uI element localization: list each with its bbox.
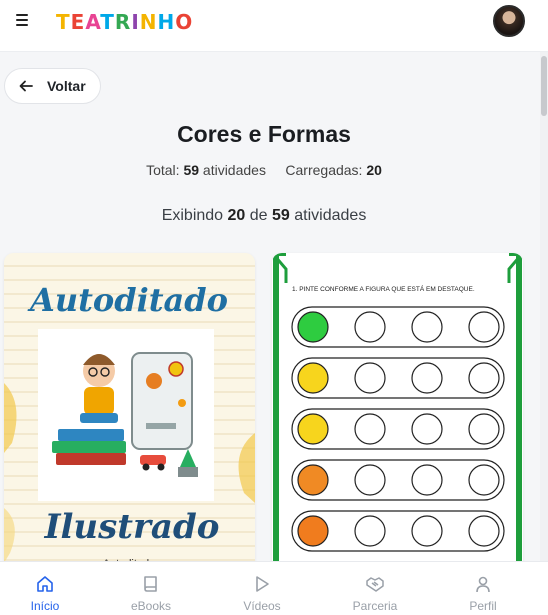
scrollbar-thumb[interactable] (541, 56, 547, 116)
app-logo[interactable]: TEATRINHO (56, 10, 193, 34)
page-scrollbar[interactable] (540, 52, 548, 561)
play-icon (256, 576, 269, 592)
nav-label-inicio: Início (30, 599, 60, 613)
showing-prefix: Exibindo (161, 207, 224, 224)
outline-figure (411, 515, 443, 547)
outline-figure (468, 362, 500, 394)
highlighted-figure (297, 311, 329, 343)
nav-item-videos[interactable]: Vídeos (217, 562, 307, 615)
activity-card[interactable]: Autoditado Ilustrado Autoditado (4, 253, 255, 573)
showing-total: 59 (272, 207, 290, 224)
total-suffix: atividades (202, 162, 266, 178)
logo-letter: O (175, 10, 194, 34)
nav-item-parceria[interactable]: Parceria (330, 562, 420, 615)
logo-letter: A (85, 10, 101, 34)
home-icon (37, 576, 53, 592)
outline-figure (468, 311, 500, 343)
outline-figure (354, 311, 386, 343)
outline-figure (354, 515, 386, 547)
nav-item-ebooks[interactable]: eBooks (106, 562, 196, 615)
activity-card[interactable]: 1. PINTE CONFORME A FIGURA QUE ESTÁ EM D… (272, 253, 523, 573)
highlighted-figure (297, 515, 329, 547)
highlighted-figure (297, 413, 329, 445)
activity-stats: Total: 59 atividades Carregadas: 20 (0, 162, 528, 178)
arrow-left-icon (19, 80, 33, 92)
outline-figure (354, 413, 386, 445)
outline-figure (468, 464, 500, 496)
showing-suffix: atividades (294, 207, 367, 224)
logo-letter: I (131, 10, 140, 34)
nav-label-videos: Vídeos (243, 599, 281, 613)
nav-label-perfil: Perfil (469, 599, 497, 613)
outline-figure (411, 311, 443, 343)
showing-count: 20 (227, 207, 246, 224)
logo-letter: T (56, 10, 71, 34)
logo-letter: T (100, 10, 115, 34)
outline-figure (354, 362, 386, 394)
outline-figure (354, 464, 386, 496)
showing-of: de (249, 207, 268, 224)
outline-figure (411, 413, 443, 445)
book-icon (144, 576, 157, 592)
outline-figure (411, 362, 443, 394)
nav-item-perfil[interactable]: Perfil (438, 562, 528, 615)
back-button[interactable]: Voltar (4, 68, 101, 104)
hamburger-icon[interactable] (16, 14, 30, 26)
logo-letter: H (157, 10, 176, 34)
loaded-label: Carregadas: (285, 162, 363, 178)
card-title-bottom: Ilustrado (44, 507, 220, 547)
bottom-navigation: Início eBooks Vídeos Parceria Perfil (0, 561, 548, 615)
nav-item-inicio[interactable]: Início (0, 562, 90, 615)
handshake-icon (366, 577, 384, 592)
outline-figure (411, 464, 443, 496)
highlighted-figure (297, 464, 329, 496)
logo-letter: E (70, 10, 86, 34)
activity-thumbnail-worksheet: 1. PINTE CONFORME A FIGURA QUE ESTÁ EM D… (272, 253, 523, 573)
outline-figure (468, 515, 500, 547)
worksheet-instruction: 1. PINTE CONFORME A FIGURA QUE ESTÁ EM D… (292, 284, 475, 293)
total-label: Total: (146, 162, 180, 178)
nav-label-ebooks: eBooks (130, 599, 172, 613)
outline-figure (468, 413, 500, 445)
back-button-label: Voltar (47, 78, 86, 94)
loaded-value: 20 (366, 162, 382, 178)
total-value: 59 (183, 162, 200, 178)
page-title: Cores e Formas (177, 121, 351, 147)
user-avatar[interactable] (493, 5, 525, 37)
showing-count-text: Exibindo 20 de 59 atividades (0, 207, 528, 225)
user-icon (476, 576, 490, 593)
activity-thumbnail-autoditado: Autoditado Ilustrado Autoditado (4, 253, 255, 573)
highlighted-figure (297, 362, 329, 394)
top-app-bar: TEATRINHO (0, 0, 548, 52)
nav-label-parceria: Parceria (352, 599, 398, 613)
logo-letter: R (114, 10, 132, 34)
logo-letter: N (139, 10, 158, 34)
card-title-top: Autoditado (27, 281, 228, 319)
